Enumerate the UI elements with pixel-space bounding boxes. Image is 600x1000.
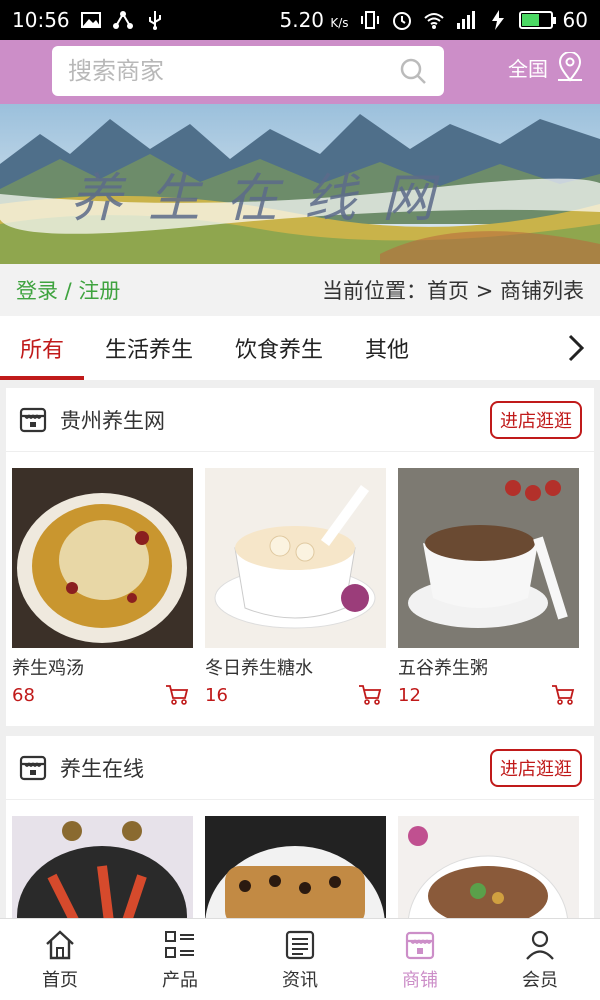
tab-life-health[interactable]: 生活养生 [84,316,214,380]
news-icon [285,930,315,959]
product-price: 68 [12,684,35,706]
banner-image[interactable]: 养生在线网 [0,104,600,264]
product-name: 冬日养生糖水 [205,658,313,679]
product-image[interactable] [205,816,386,918]
location-pin-icon [558,52,582,82]
product-name: 五谷养生粥 [398,658,488,679]
region-selector[interactable]: 全国 [508,52,584,82]
login-register-link[interactable]: 登录 / 注册 [16,275,120,305]
region-label: 全国 [508,56,548,81]
nav-products[interactable]: 产品 [120,919,240,1000]
nav-label: 商铺 [402,969,438,991]
breadcrumb: 当前位置：首页 > 商铺列表 [322,279,584,303]
bottom-nav: 首页 产品 资讯 商铺 会员 [0,918,600,1000]
user-icon [526,930,554,960]
store-icon [19,407,47,432]
store-header: 贵州养生网 进店逛逛 [6,388,594,452]
battery-icon [518,11,556,29]
tab-other[interactable]: 其他 [344,316,430,380]
search-icon[interactable] [398,56,428,86]
tab-diet-health[interactable]: 饮食养生 [214,316,344,380]
nav-label: 首页 [42,969,78,991]
tab-all[interactable]: 所有 [0,316,84,380]
search-input[interactable] [68,57,388,85]
banner-title: 养生在线网 [70,169,461,229]
nav-member[interactable]: 会员 [480,919,600,1000]
home-icon [46,929,74,959]
app-header: 全国 [0,40,600,104]
store-header: 养生在线 进店逛逛 [6,736,594,800]
nav-news[interactable]: 资讯 [240,919,360,1000]
store-card: 贵州养生网 进店逛逛 养生鸡汤 68 冬日养生糖水 16 五谷养生粥 12 [6,388,594,726]
product-price: 12 [398,684,421,706]
nav-label: 产品 [162,969,198,991]
cart-icon[interactable] [358,684,382,706]
product-image[interactable] [398,468,579,648]
cart-icon[interactable] [551,684,575,706]
breadcrumb-bar: 登录 / 注册 当前位置：首页 > 商铺列表 [0,264,600,316]
product-item[interactable]: 五谷养生粥 12 [398,468,579,706]
chevron-right-icon[interactable] [564,332,588,364]
product-price: 16 [205,684,228,706]
category-tabs: 所有 生活养生 饮食养生 其他 [0,316,600,380]
product-item[interactable] [398,816,579,918]
enter-store-button[interactable]: 进店逛逛 [490,748,582,787]
alarm-icon [392,12,411,30]
product-item[interactable] [12,816,193,918]
store-card: 养生在线 进店逛逛 [6,736,594,918]
nav-home[interactable]: 首页 [0,919,120,1000]
usb-icon [148,11,161,30]
nav-label: 会员 [522,969,558,991]
store-name: 贵州养生网 [60,408,165,433]
battery-percent: 60 [562,8,588,32]
nav-stores[interactable]: 商铺 [360,919,480,1000]
share-icon [112,11,133,29]
wifi-icon [423,13,444,29]
store-name: 养生在线 [60,756,144,781]
product-image[interactable] [205,468,386,648]
status-time: 10:56 [12,8,70,32]
enter-store-button[interactable]: 进店逛逛 [490,400,582,439]
nav-label: 资讯 [282,969,318,991]
product-item[interactable]: 养生鸡汤 68 [12,468,193,706]
product-image[interactable] [398,816,579,918]
network-speed: 5.20 K/s [279,8,349,32]
status-bar: 10:56 5.20 K/s 60 [0,0,600,40]
image-icon [80,12,101,28]
cart-icon[interactable] [165,684,189,706]
product-image[interactable] [12,468,193,648]
vibrate-icon [360,11,379,29]
product-item[interactable] [205,816,386,918]
store-icon [405,931,435,959]
product-item[interactable]: 冬日养生糖水 16 [205,468,386,706]
store-icon [19,755,47,780]
store-list: 贵州养生网 进店逛逛 养生鸡汤 68 冬日养生糖水 16 五谷养生粥 12 养生… [0,380,600,918]
search-box[interactable] [52,46,444,96]
product-image[interactable] [12,816,193,918]
signal-icon [456,11,475,29]
charging-icon [491,10,504,30]
product-name: 养生鸡汤 [12,658,84,679]
grid-list-icon [165,930,194,958]
